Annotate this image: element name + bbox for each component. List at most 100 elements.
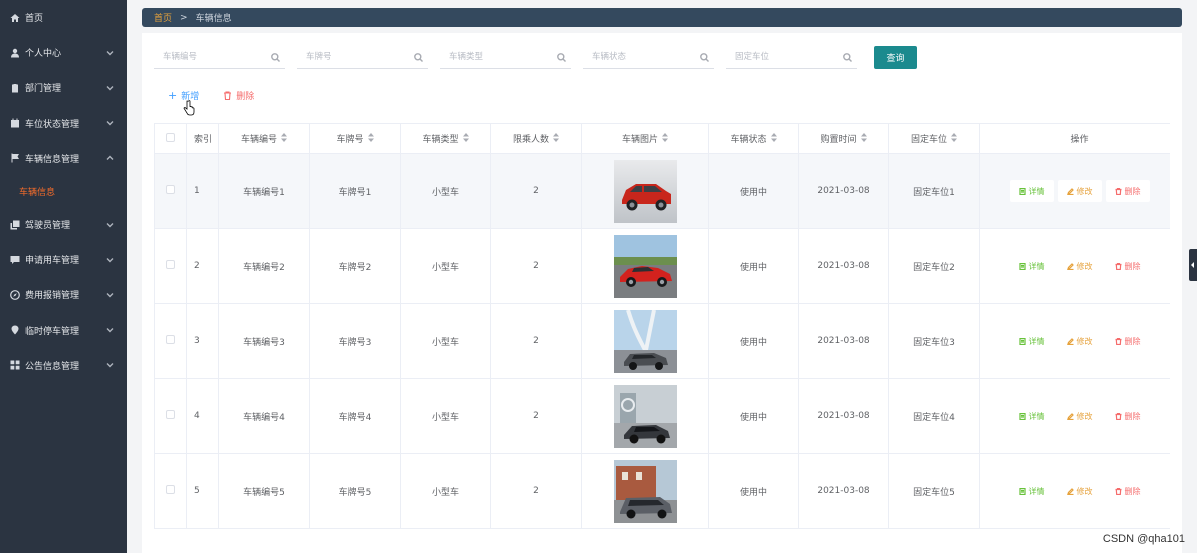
row-select-cell [154, 303, 187, 379]
cell-operations: 详情 修改 删除 [979, 378, 1170, 454]
pencil-icon [1066, 262, 1077, 270]
header-label: 车辆类型 [422, 134, 459, 145]
cell-vehicle-no: 车辆编号3 [218, 303, 310, 379]
sidebar-item-parking-status[interactable]: 车位状态管理 [0, 106, 127, 141]
table-row[interactable]: 2 车辆编号2 车牌号2 小型车 2 使用中 2021-03-08 固定车位2 详情 修改 删除 [154, 228, 1170, 304]
row-actions: 详情 修改 删除 [980, 480, 1170, 502]
side-panel-handle[interactable] [1189, 249, 1197, 281]
sidebar-item-driver[interactable]: 驾驶员管理 [0, 207, 127, 242]
calendar-icon [9, 118, 20, 129]
plate-input[interactable] [297, 46, 428, 68]
detail-button[interactable]: 详情 [1010, 255, 1054, 277]
grid-icon [9, 360, 20, 371]
table-row[interactable]: 3 车辆编号3 车牌号3 小型车 2 使用中 2021-03-08 固定车位3 详情 修改 删除 [154, 303, 1170, 379]
sort-icon[interactable] [860, 133, 867, 145]
delete-button[interactable]: 删除 [223, 89, 254, 102]
sidebar-item-department[interactable]: 部门管理 [0, 70, 127, 105]
detail-button[interactable]: 详情 [1010, 330, 1054, 352]
row-checkbox[interactable] [166, 485, 175, 494]
row-checkbox[interactable] [166, 410, 175, 419]
row-delete-button[interactable]: 删除 [1106, 405, 1150, 427]
search-bar: 查询 [154, 46, 917, 69]
detail-button[interactable]: 详情 [1010, 480, 1054, 502]
vehicle-type-input[interactable] [440, 46, 571, 68]
sort-icon[interactable] [553, 133, 559, 145]
row-checkbox[interactable] [166, 335, 175, 344]
edit-button[interactable]: 修改 [1058, 255, 1102, 277]
chevron-down-icon [106, 49, 114, 57]
search-field-plate [297, 46, 428, 69]
car-photo [613, 159, 677, 223]
cell-index: 3 [186, 303, 219, 379]
car-photo [613, 309, 677, 373]
row-delete-button[interactable]: 删除 [1106, 330, 1150, 352]
trash-icon [1115, 187, 1125, 195]
sort-icon[interactable] [281, 133, 287, 145]
plus-icon: + [168, 89, 178, 102]
sidebar-item-expense[interactable]: 费用报销管理 [0, 277, 127, 312]
table-row[interactable]: 1 车辆编号1 车牌号1 小型车 2 使用中 2021-03-08 固定车位1 详情 修改 删除 [154, 153, 1170, 229]
vehicle-no-input[interactable] [154, 46, 285, 68]
header-vehicle-no[interactable]: 车辆编号 [218, 123, 310, 154]
sort-icon[interactable] [770, 133, 777, 145]
table-row[interactable]: 5 车辆编号5 车牌号5 小型车 2 使用中 2021-03-08 固定车位5 详情 修改 删除 [154, 453, 1170, 529]
sort-icon[interactable] [951, 133, 957, 145]
cell-plate: 车牌号1 [309, 153, 401, 229]
cell-operations: 详情 修改 删除 [979, 453, 1170, 529]
row-delete-button[interactable]: 删除 [1106, 255, 1150, 277]
row-checkbox[interactable] [166, 185, 175, 194]
header-type[interactable]: 车辆类型 [400, 123, 491, 154]
header-label: 车辆图片 [621, 134, 658, 145]
fixed-spot-input[interactable] [726, 46, 857, 68]
breadcrumb-home[interactable]: 首页 [154, 11, 172, 24]
header-capacity[interactable]: 限乘人数 [490, 123, 582, 154]
header-label: 固定车位 [910, 134, 947, 145]
cell-image [581, 228, 709, 304]
sidebar-item-label: 个人中心 [25, 49, 62, 60]
select-all-checkbox[interactable] [166, 132, 175, 142]
header-plate[interactable]: 车牌号 [309, 123, 401, 154]
cell-operations: 详情 修改 删除 [979, 303, 1170, 379]
cell-image [581, 378, 709, 454]
header-image[interactable]: 车辆图片 [581, 123, 709, 154]
flag-icon [9, 153, 20, 164]
vehicle-status-input[interactable] [583, 46, 714, 68]
sidebar-item-vehicle-info[interactable]: 车辆信息管理 [0, 141, 127, 176]
sidebar-item-announcement[interactable]: 公告信息管理 [0, 348, 127, 383]
row-checkbox[interactable] [166, 260, 175, 269]
sidebar-subitem-vehicle-info[interactable]: 车辆信息 [0, 176, 127, 207]
search-icon [700, 53, 709, 62]
sidebar-item-vehicle-request[interactable]: 申请用车管理 [0, 242, 127, 277]
sidebar-item-personal-center[interactable]: 个人中心 [0, 35, 127, 70]
chevron-down-icon [106, 361, 114, 369]
header-fixed-spot[interactable]: 固定车位 [888, 123, 980, 154]
edit-button[interactable]: 修改 [1058, 330, 1102, 352]
sort-icon[interactable] [462, 133, 469, 145]
sidebar-item-home[interactable]: 首页 [0, 0, 127, 35]
header-status[interactable]: 车辆状态 [708, 123, 799, 154]
sidebar: 首页 个人中心 部门管理 车位状态管理 车辆信息管理 车辆信息 驾驶员管理 申请… [0, 0, 127, 553]
header-purchase-date[interactable]: 购置时间 [798, 123, 889, 154]
cell-purchase-date: 2021-03-08 [798, 303, 889, 379]
car-photo [613, 234, 677, 298]
header-label: 限乘人数 [512, 134, 549, 145]
search-icon [843, 53, 852, 62]
detail-button[interactable]: 详情 [1010, 405, 1054, 427]
edit-button[interactable]: 修改 [1058, 405, 1102, 427]
row-delete-button[interactable]: 删除 [1106, 480, 1150, 502]
edit-button[interactable]: 修改 [1058, 480, 1102, 502]
detail-button[interactable]: 详情 [1009, 180, 1054, 202]
cell-fixed-spot: 固定车位4 [888, 378, 980, 454]
table-row[interactable]: 4 车辆编号4 车牌号4 小型车 2 使用中 2021-03-08 固定车位4 详情 修改 删除 [154, 378, 1170, 454]
user-icon [9, 47, 20, 58]
edit-button[interactable]: 修改 [1057, 180, 1102, 202]
cell-index: 1 [186, 153, 219, 229]
sort-icon[interactable] [367, 133, 374, 145]
row-delete-button[interactable]: 删除 [1105, 180, 1150, 202]
query-button[interactable]: 查询 [874, 46, 917, 69]
sidebar-item-temp-parking[interactable]: 临时停车管理 [0, 313, 127, 348]
sidebar-item-label: 申请用车管理 [25, 256, 80, 267]
sort-icon[interactable] [662, 133, 668, 145]
row-select-cell [154, 453, 187, 529]
cell-fixed-spot: 固定车位3 [888, 303, 980, 379]
